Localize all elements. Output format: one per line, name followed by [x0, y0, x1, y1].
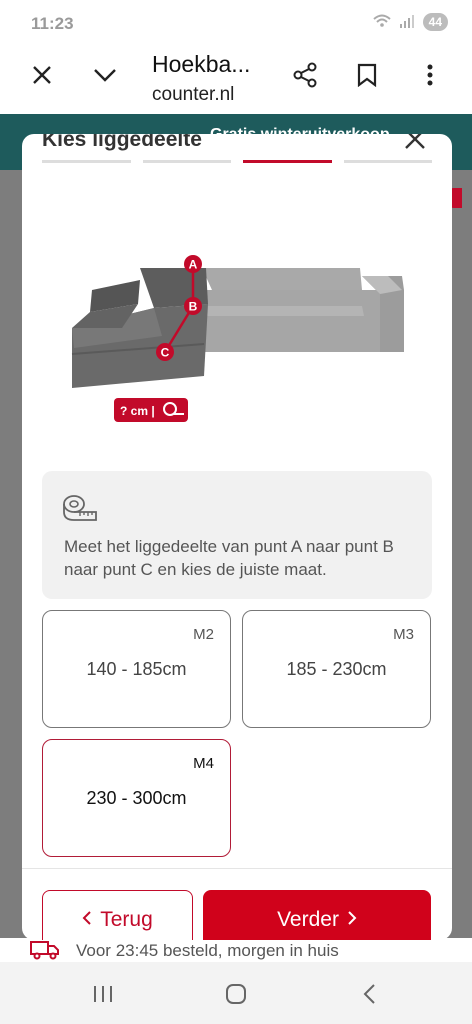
page-title: Hoekba...	[152, 51, 251, 77]
chevron-left-icon	[82, 908, 92, 932]
delivery-text: Voor 23:45 besteld, morgen in huis	[76, 941, 339, 960]
size-range: 140 - 185cm	[86, 659, 187, 679]
step-indicator-active	[243, 160, 332, 163]
more-menu-icon[interactable]	[415, 60, 445, 90]
size-option-m2[interactable]: M2 140 - 185cm	[42, 610, 231, 728]
point-a-label: A	[189, 258, 198, 272]
back-icon[interactable]	[354, 980, 384, 1008]
size-option-m3[interactable]: M3 185 - 230cm	[242, 610, 431, 728]
browser-toolbar: Hoekba... counter.nl	[0, 48, 472, 114]
step-progress	[42, 160, 432, 163]
modal-title: Kies liggedeelte	[42, 134, 202, 151]
system-nav-bar	[0, 962, 472, 1024]
chevron-down-icon[interactable]	[90, 60, 120, 90]
step-indicator	[42, 160, 131, 163]
size-option-m4[interactable]: M4 230 - 300cm	[42, 739, 231, 857]
size-modal: Kies liggedeelte A B C ? cm | Meet het l…	[22, 134, 452, 940]
size-code: M3	[393, 626, 414, 643]
status-time: 11:23	[31, 14, 74, 33]
size-range: 185 - 230cm	[286, 659, 387, 679]
tape-measure-icon	[62, 493, 98, 521]
size-code: M4	[193, 755, 214, 772]
wifi-icon	[372, 14, 391, 31]
home-icon[interactable]	[221, 980, 251, 1008]
size-code: M2	[193, 626, 214, 643]
recent-apps-icon[interactable]	[88, 980, 118, 1008]
share-icon[interactable]	[290, 60, 320, 90]
measure-info-box: Meet het liggedeelte van punt A naar pun…	[42, 471, 432, 599]
point-b-label: B	[189, 300, 198, 314]
close-icon[interactable]	[404, 134, 428, 154]
size-range: 230 - 300cm	[86, 788, 187, 808]
status-bar: 11:23 44	[0, 0, 472, 48]
measure-instructions: Meet het liggedeelte van punt A naar pun…	[64, 537, 394, 579]
step-indicator	[142, 160, 231, 163]
step-indicator	[343, 160, 432, 163]
bookmark-icon[interactable]	[352, 60, 382, 90]
sofa-measure-image: A B C ? cm |	[62, 244, 412, 424]
next-button-label: Verder	[277, 908, 339, 931]
point-c-label: C	[161, 346, 170, 360]
chevron-right-icon	[347, 908, 357, 932]
measure-badge-text: ? cm |	[120, 404, 155, 418]
footer-divider	[22, 868, 452, 869]
truck-icon	[30, 940, 60, 960]
page-url[interactable]: counter.nl	[152, 84, 234, 106]
back-button[interactable]: Terug	[42, 890, 193, 940]
battery-indicator: 44	[422, 13, 448, 31]
back-button-label: Terug	[100, 908, 153, 931]
close-icon[interactable]	[27, 60, 57, 90]
status-icons: 44	[372, 13, 448, 31]
signal-icon	[399, 14, 415, 31]
next-button[interactable]: Verder	[203, 890, 431, 940]
